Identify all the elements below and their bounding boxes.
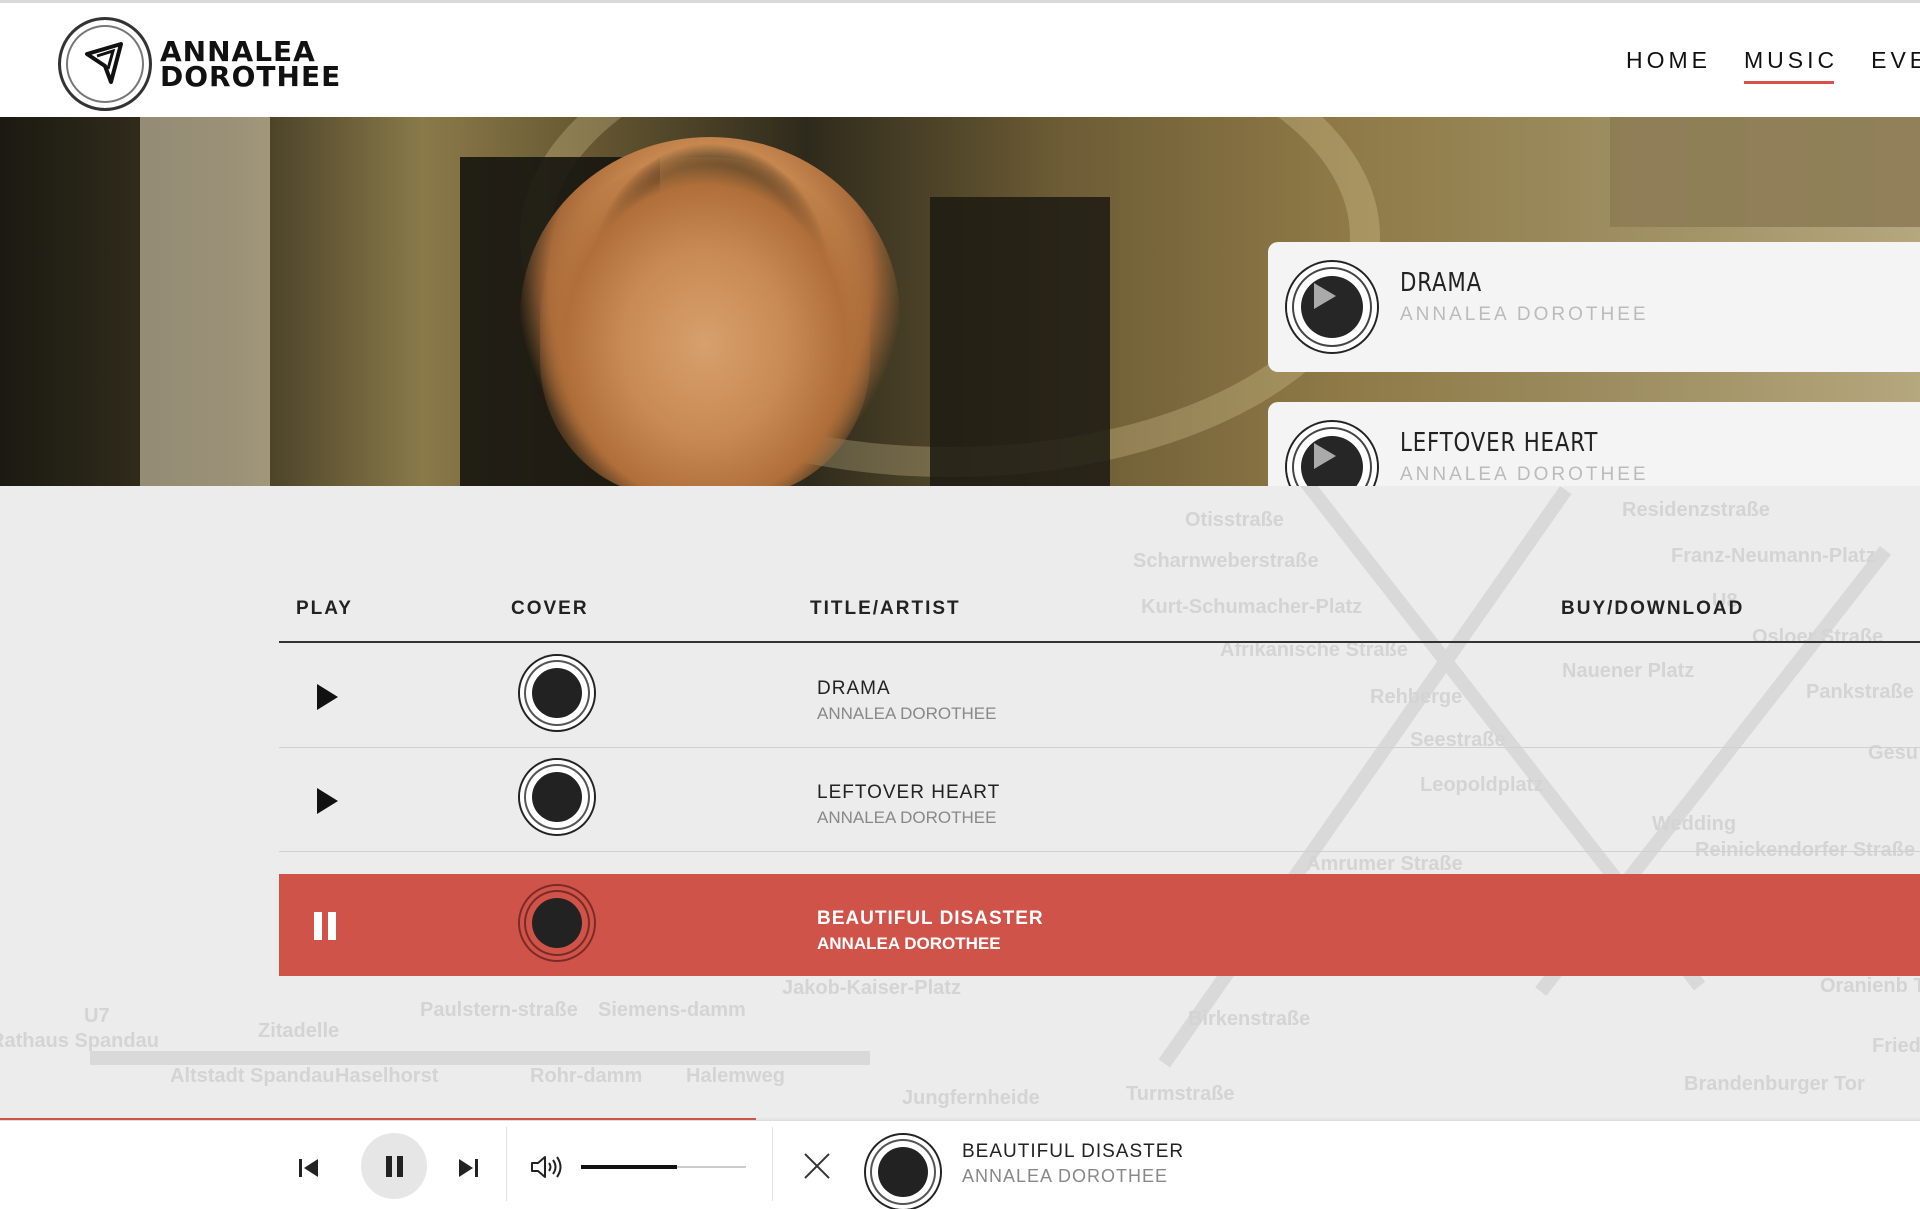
hero-photo-door-2: [930, 197, 1110, 486]
map-label: Oranienb Tor: [1820, 975, 1920, 997]
header-buy-download: BUY/DOWNLOAD: [1561, 598, 1745, 619]
cover-disc: [532, 668, 582, 718]
table-header: PLAY COVER TITLE/ARTIST BUY/DOWNLOAD: [279, 598, 1920, 628]
header-play: PLAY: [296, 598, 353, 619]
play-disc-button[interactable]: [1287, 262, 1377, 352]
now-playing-artist: ANNALEA DOROTHEE: [962, 1166, 1169, 1186]
play-disc-button[interactable]: [1287, 422, 1377, 486]
play-icon[interactable]: [317, 788, 338, 814]
map-label: Altstadt Spandau: [170, 1065, 335, 1087]
site-logo[interactable]: ANNALEA DOROTHEE: [58, 17, 341, 111]
pause-icon[interactable]: [314, 912, 340, 940]
table-row-active[interactable]: BEAUTIFUL DISASTER ANNALEA DOROTHEE: [279, 874, 1920, 976]
volume-slider[interactable]: [581, 1165, 746, 1169]
map-label: Brandenburger Tor: [1684, 1073, 1865, 1095]
track-artist: ANNALEA DOROTHEE: [817, 704, 997, 723]
map-label: Turmstraße: [1126, 1083, 1235, 1105]
site-header: ANNALEA DOROTHEE HOME MUSIC EVE: [0, 3, 1920, 117]
next-track-icon[interactable]: [459, 1157, 481, 1179]
card-title: LEFTOVER HEART: [1400, 428, 1599, 458]
map-label: Rathaus Spandau: [0, 1030, 159, 1052]
header-cover: COVER: [511, 598, 589, 619]
map-label: Birkenstraße: [1188, 1008, 1311, 1030]
main-nav: HOME MUSIC EVE: [1626, 47, 1920, 84]
table-row[interactable]: DRAMA ANNALEA DOROTHEE: [279, 644, 1920, 748]
card-title: DRAMA: [1400, 268, 1483, 298]
card-artist: ANNALEA DOROTHEE: [1400, 464, 1649, 485]
logo-line-2: DOROTHEE: [160, 60, 342, 93]
nav-music[interactable]: MUSIC: [1744, 47, 1838, 84]
cover-disc: [532, 898, 582, 948]
map-label: Paulstern-straße: [420, 999, 578, 1021]
now-playing-title: BEAUTIFUL DISASTER: [962, 1141, 1185, 1162]
tracklist-section: Otisstraße Residenzstraße Scharnweberstr…: [0, 486, 1920, 1120]
cover-disc: [532, 772, 582, 822]
volume-slider-fill: [581, 1165, 677, 1169]
header-title-artist: TITLE/ARTIST: [810, 598, 961, 619]
track-artist: ANNALEA DOROTHEE: [817, 934, 1001, 953]
divider: [506, 1127, 507, 1201]
volume-icon[interactable]: [530, 1155, 564, 1179]
map-label: U7: [84, 1005, 110, 1027]
boomerang-logo-icon: [58, 17, 152, 111]
map-label: Jungfernheide: [902, 1087, 1040, 1109]
hero-photo-wall: [140, 117, 270, 486]
map-label: Scharnweberstraße: [1133, 550, 1319, 572]
map-label: Zitadelle: [258, 1020, 340, 1042]
map-label: Franz-Neumann-Platz: [1671, 545, 1876, 567]
logo-wordmark: ANNALEA DOROTHEE: [160, 38, 342, 93]
previous-track-icon[interactable]: [299, 1157, 321, 1179]
featured-track-card[interactable]: DRAMA ANNALEA DOROTHEE: [1268, 242, 1920, 372]
nav-home[interactable]: HOME: [1626, 47, 1711, 74]
map-label: Residenzstraße: [1622, 499, 1770, 521]
card-artist: ANNALEA DOROTHEE: [1400, 304, 1649, 325]
play-icon: [1314, 283, 1336, 309]
play-icon[interactable]: [317, 684, 338, 710]
cover-art: [520, 760, 594, 834]
featured-track-card[interactable]: LEFTOVER HEART ANNALEA DOROTHEE: [1268, 402, 1920, 486]
track-title: DRAMA: [817, 678, 891, 699]
track-title: BEAUTIFUL DISASTER: [817, 908, 1044, 929]
divider: [772, 1127, 773, 1201]
map-label: Halemweg: [686, 1065, 785, 1087]
map-line: [90, 1051, 870, 1065]
map-label: Haselhorst: [335, 1065, 439, 1087]
cover-art: [520, 886, 594, 960]
nav-events[interactable]: EVE: [1871, 47, 1920, 74]
map-label: Fried: [1872, 1035, 1920, 1057]
map-label: Jakob-Kaiser-Platz: [782, 977, 961, 999]
close-icon[interactable]: [800, 1149, 834, 1183]
play-icon: [1314, 443, 1336, 469]
cover-art: [520, 656, 594, 730]
pause-icon[interactable]: [361, 1133, 427, 1199]
track-title: LEFTOVER HEART: [817, 782, 1001, 803]
map-label: Otisstraße: [1185, 509, 1284, 531]
map-label: Siemens-damm: [598, 999, 746, 1021]
hero-photo-face: [540, 157, 870, 486]
map-label: Amrumer Straße: [1306, 853, 1463, 875]
now-playing-cover: [866, 1135, 940, 1209]
audio-player-bar: BEAUTIFUL DISASTER ANNALEA DOROTHEE: [0, 1120, 1920, 1209]
header-divider: [279, 641, 1920, 643]
hero-photo-band: [1610, 117, 1920, 227]
track-artist: ANNALEA DOROTHEE: [817, 808, 997, 827]
table-row[interactable]: LEFTOVER HEART ANNALEA DOROTHEE: [279, 748, 1920, 852]
cover-disc: [878, 1147, 928, 1197]
map-label: Rohr-damm: [530, 1065, 643, 1087]
